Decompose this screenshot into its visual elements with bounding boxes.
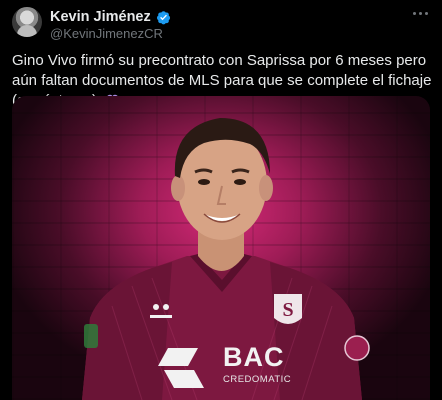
author-row[interactable]: Kevin Jiménez: [50, 8, 171, 26]
author-handle[interactable]: @KevinJimenezCR: [50, 26, 163, 41]
verified-badge-icon: [156, 10, 170, 24]
sponsor-logo: BAC: [223, 342, 285, 372]
svg-text:S: S: [282, 299, 293, 321]
player-photo: S: [82, 118, 370, 400]
author-name[interactable]: Kevin Jiménez: [50, 9, 151, 25]
tweet-media-image[interactable]: S BAC CREDOMATIC: [12, 96, 430, 400]
sponsor-subtitle: CREDOMATIC: [223, 374, 292, 385]
tweet-header: Kevin Jiménez @KevinJimenezCR: [0, 0, 442, 48]
more-options-icon[interactable]: [413, 9, 431, 17]
avatar[interactable]: [12, 7, 42, 37]
